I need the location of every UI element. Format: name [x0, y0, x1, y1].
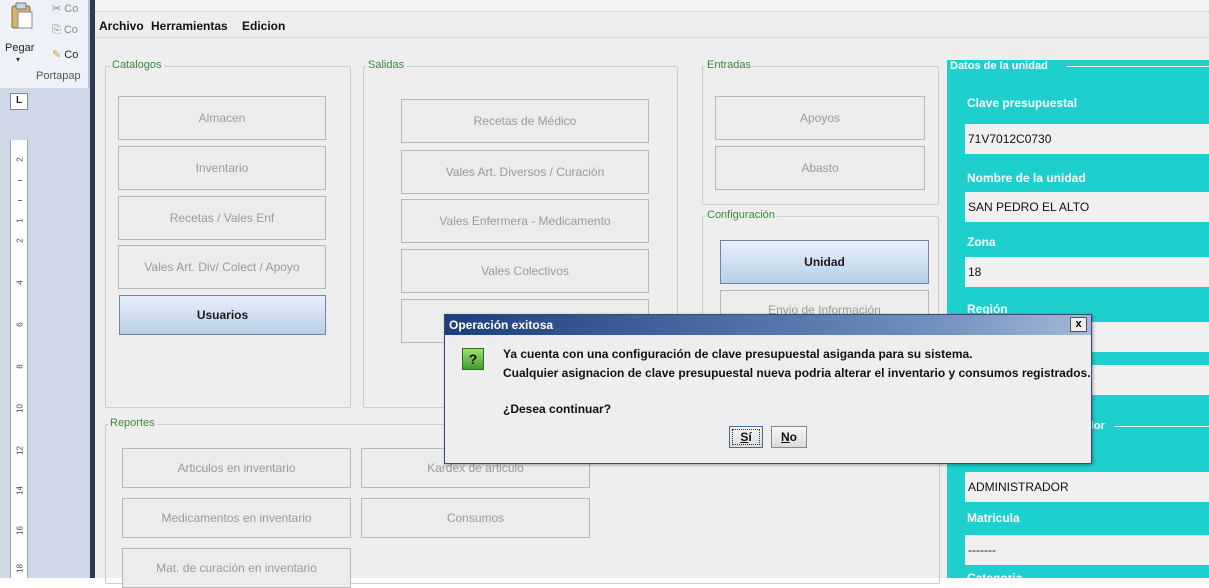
tab-selector-icon[interactable]: L [10, 93, 28, 110]
paste-label[interactable]: Pegar [5, 42, 34, 54]
vales-art-div-button[interactable]: Vales Art. Div/ Colect / Apoyo [118, 245, 326, 289]
menu-bar: Archivo Herramientas Edicion [95, 12, 1209, 38]
ruler-number: 18 [15, 564, 25, 573]
recetas-medico-button[interactable]: Recetas de Médico [401, 99, 649, 143]
matricula-label: Matricula [967, 511, 1020, 525]
matricula-field[interactable]: ------- [965, 535, 1209, 565]
catalogos-title: Catalogos [110, 59, 164, 71]
ruler-tick [18, 200, 22, 201]
usuario-field[interactable]: ADMINISTRADOR [965, 472, 1209, 502]
ruler-number: 8 [15, 364, 25, 369]
copy-icon: ⎘ [52, 24, 64, 36]
format-painter-button[interactable]: ✎ Co [52, 48, 78, 61]
copy-button[interactable]: ⎘ Co [52, 24, 78, 37]
dialog-titlebar[interactable]: Operación exitosa x [445, 315, 1091, 335]
subpanel-title-line [1115, 426, 1209, 427]
clipboard-group-label: Portapap [36, 70, 81, 82]
dialog-message-line1: Ya cuenta con una configuración de clave… [503, 347, 973, 361]
categoria-label: Categoria [967, 571, 1023, 585]
window-top-strip [95, 0, 1209, 12]
vales-art-diversos-button[interactable]: Vales Art. Diversos / Curación [401, 150, 649, 194]
recetas-vales-enf-button[interactable]: Recetas / Vales Enf [118, 196, 326, 240]
unidad-button[interactable]: Unidad [720, 240, 929, 284]
zona-label: Zona [967, 235, 996, 249]
menu-edicion[interactable]: Edicion [242, 19, 285, 33]
paste-icon[interactable] [10, 2, 34, 30]
cut-label: Co [64, 3, 79, 15]
yes-label-rest: í [748, 430, 752, 444]
medicamentos-inventario-button[interactable]: Medicamentos en inventario [122, 498, 351, 538]
ruler-number: 1 [15, 218, 25, 223]
clave-field[interactable]: 71V7012C0730 [965, 124, 1209, 154]
datos-panel-title: Datos de la unidad [950, 60, 1052, 72]
ruler-number: 6 [15, 322, 25, 327]
format-painter-label: Co [64, 49, 79, 61]
reportes-title: Reportes [108, 417, 157, 429]
nombre-label: Nombre de la unidad [967, 171, 1086, 185]
configuracion-title: Configuración [705, 209, 777, 221]
ruler-number: 4 [15, 280, 25, 285]
articulos-inventario-button[interactable]: Articulos en inventario [122, 448, 351, 488]
yes-button[interactable]: Sí [729, 426, 763, 448]
ruler-number: 12 [15, 446, 25, 455]
apoyos-button[interactable]: Apoyos [715, 96, 925, 140]
no-mnemonic: N [780, 430, 790, 444]
close-icon[interactable]: x [1070, 317, 1087, 332]
dialog-title: Operación exitosa [449, 318, 554, 332]
mat-curacion-button[interactable]: Mat. de curación en inventario [122, 548, 351, 588]
no-label-rest: o [789, 430, 797, 444]
ruler-tick [18, 180, 22, 181]
inventario-button[interactable]: Inventario [118, 146, 326, 190]
confirm-dialog: Operación exitosa x ? Ya cuenta con una … [444, 314, 1092, 464]
entradas-title: Entradas [705, 59, 754, 71]
ruler-number: 16 [15, 526, 25, 535]
dialog-question: ¿Desea continuar? [503, 402, 612, 416]
zona-field[interactable]: 18 [965, 257, 1209, 287]
clave-label: Clave presupuestal [967, 96, 1078, 110]
vales-colectivos-button[interactable]: Vales Colectivos [401, 249, 649, 293]
usuarios-button[interactable]: Usuarios [119, 295, 326, 335]
ruler-number: 14 [15, 486, 25, 495]
panel-title-line [1067, 66, 1209, 67]
nombre-field[interactable]: SAN PEDRO EL ALTO [965, 192, 1209, 222]
question-icon: ? [462, 348, 484, 370]
cut-icon: ✂ [52, 3, 65, 15]
abasto-button[interactable]: Abasto [715, 146, 925, 190]
format-painter-icon: ✎ [52, 49, 65, 61]
menu-archivo[interactable]: Archivo [99, 19, 144, 33]
menu-herramientas[interactable]: Herramientas [151, 19, 228, 33]
paste-dropdown-icon[interactable]: ▾ [16, 55, 20, 64]
dialog-message-line2: Cualquier asignacion de clave presupuest… [503, 366, 1091, 380]
ruler-number: 2 [15, 157, 25, 162]
ruler-number: 2 [15, 238, 25, 243]
cut-button[interactable]: ✂ Co [52, 2, 78, 15]
ruler-number: 10 [15, 404, 25, 413]
vales-enfermera-button[interactable]: Vales Enfermera - Medicamento [401, 199, 649, 243]
consumos-button[interactable]: Consumos [361, 498, 590, 538]
no-button[interactable]: No [771, 426, 807, 448]
salidas-title: Salidas [366, 59, 407, 71]
almacen-button[interactable]: Almacen [118, 96, 326, 140]
copy-label: Co [63, 24, 78, 36]
vertical-ruler[interactable]: 2 1 2 4 6 8 10 12 14 16 18 [10, 140, 28, 578]
clipboard-ribbon-group: Pegar ▾ ✂ Co ⎘ Co ✎ Co Portapap [0, 0, 90, 88]
